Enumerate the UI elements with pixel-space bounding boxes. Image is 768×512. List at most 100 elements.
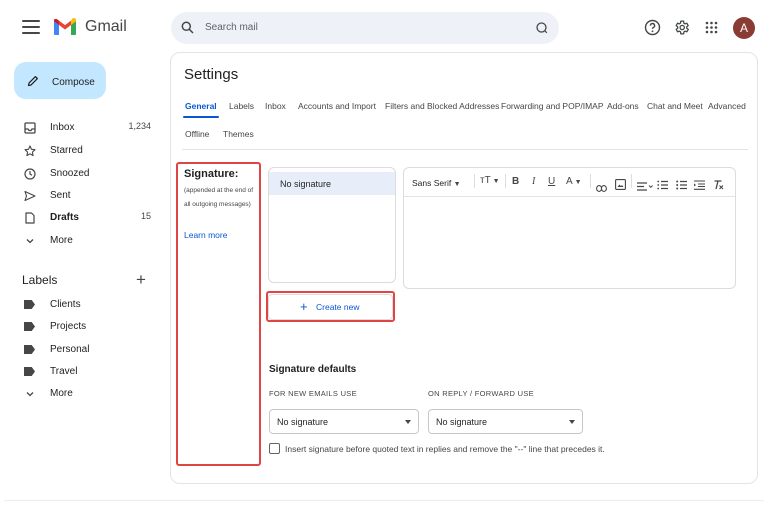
font-family-select[interactable]: Sans Serif ▼	[412, 178, 461, 188]
remove-formatting-icon[interactable]	[713, 177, 724, 195]
label-tag-icon	[24, 345, 35, 354]
signature-defaults-heading: Signature defaults	[269, 364, 357, 375]
chevron-down-icon	[24, 234, 36, 252]
sidebar-item-label: Sent	[50, 190, 71, 201]
draft-icon	[24, 211, 36, 229]
select-value: No signature	[436, 417, 488, 427]
numbered-list-icon[interactable]	[657, 177, 668, 195]
search-icon[interactable]	[181, 21, 194, 39]
font-size-icon[interactable]: тT ▼	[480, 175, 500, 186]
sidebar-item-starred[interactable]: Starred	[0, 141, 160, 161]
caret-down-icon: ▼	[453, 181, 461, 188]
image-icon[interactable]	[615, 177, 626, 195]
signature-list-item-label: No signature	[280, 179, 332, 189]
sidebar-item-more[interactable]: More	[0, 231, 160, 251]
label-tag-icon	[24, 322, 35, 331]
compose-label: Compose	[52, 77, 95, 88]
toolbar-separator	[590, 174, 591, 188]
dropdown-arrow-icon	[569, 420, 575, 424]
font-family-label: Sans Serif	[412, 178, 452, 188]
reply-signature-select[interactable]: No signature	[428, 409, 583, 434]
new-emails-signature-select[interactable]: No signature	[269, 409, 419, 434]
search-input[interactable]: Search mail	[205, 22, 258, 33]
bulleted-list-icon[interactable]	[676, 177, 687, 195]
link-icon[interactable]	[596, 179, 607, 197]
apps-grid-icon[interactable]	[705, 21, 718, 39]
indent-icon[interactable]	[694, 177, 705, 195]
underline-icon[interactable]: U	[548, 176, 555, 187]
sidebar-item-label: More	[50, 388, 73, 399]
label-name: Travel	[50, 366, 78, 377]
sidebar-item-inbox[interactable]: Inbox 1,234	[0, 118, 160, 138]
bold-icon[interactable]: B	[512, 176, 519, 187]
tab-addons[interactable]: Add-ons	[607, 101, 639, 111]
sidebar-item-label: More	[50, 235, 73, 246]
label-tag-icon	[24, 367, 35, 376]
tab-accounts[interactable]: Accounts and Import	[298, 101, 376, 111]
create-new-label: Create new	[316, 302, 360, 312]
sidebar-item-label: Snoozed	[50, 168, 90, 179]
divider	[182, 149, 748, 150]
pencil-icon	[27, 74, 39, 92]
labels-heading: Labels	[22, 273, 58, 287]
signature-list-item[interactable]: No signature	[269, 172, 395, 195]
star-icon	[24, 144, 36, 162]
tab-general[interactable]: General	[185, 101, 217, 111]
highlight-box	[176, 162, 261, 466]
gmail-logo-icon[interactable]	[53, 17, 77, 37]
text-color-icon[interactable]: A ▼	[566, 176, 582, 187]
inbox-icon	[24, 121, 36, 139]
sidebar-label-travel[interactable]: Travel	[0, 362, 160, 382]
dropdown-arrow-icon	[405, 420, 411, 424]
tab-offline[interactable]: Offline	[185, 129, 209, 139]
unread-count: 1,234	[128, 121, 151, 131]
gear-icon[interactable]	[673, 19, 690, 41]
send-icon	[24, 189, 36, 207]
label-name: Projects	[50, 321, 87, 332]
chevron-down-icon	[24, 387, 36, 405]
sidebar-item-label: Inbox	[50, 122, 75, 133]
sidebar-item-drafts[interactable]: Drafts 15	[0, 208, 160, 228]
tab-filters[interactable]: Filters and Blocked Addresses	[385, 101, 499, 111]
main-menu-button[interactable]	[22, 20, 40, 36]
tab-inbox[interactable]: Inbox	[265, 101, 286, 111]
plus-icon: +	[300, 299, 308, 314]
sidebar-label-personal[interactable]: Personal	[0, 340, 160, 360]
insert-before-quoted-checkbox[interactable]	[269, 443, 280, 454]
label-tag-icon	[24, 300, 35, 309]
italic-icon[interactable]: I	[532, 176, 535, 187]
tab-labels[interactable]: Labels	[229, 101, 254, 111]
sidebar-label-projects[interactable]: Projects	[0, 317, 160, 337]
signature-list: No signature	[268, 167, 396, 283]
add-label-icon[interactable]: +	[136, 270, 146, 290]
align-icon[interactable]	[637, 178, 653, 196]
label-name: Personal	[50, 344, 90, 355]
tab-themes[interactable]: Themes	[223, 129, 254, 139]
toolbar-separator	[474, 174, 475, 188]
sidebar-item-snoozed[interactable]: Snoozed	[0, 164, 160, 184]
sidebar-item-label: Drafts	[50, 212, 79, 223]
select-value: No signature	[277, 417, 329, 427]
sidebar-item-sent[interactable]: Sent	[0, 186, 160, 206]
divider	[404, 196, 735, 197]
sidebar-labels-more[interactable]: More	[0, 384, 160, 404]
tab-forwarding[interactable]: Forwarding and POP/IMAP	[501, 101, 604, 111]
search-options-icon[interactable]	[535, 21, 548, 39]
tab-chat-meet[interactable]: Chat and Meet	[647, 101, 703, 111]
reply-forward-label: ON REPLY / FORWARD USE	[428, 389, 534, 398]
help-icon[interactable]	[644, 19, 661, 41]
active-tab-indicator	[183, 116, 219, 118]
insert-before-quoted-label: Insert signature before quoted text in r…	[285, 444, 605, 454]
page-title: Settings	[184, 66, 239, 83]
toolbar-separator	[505, 174, 506, 188]
clock-icon	[24, 167, 36, 185]
app-brand: Gmail	[85, 18, 127, 35]
tab-advanced[interactable]: Advanced	[708, 101, 746, 111]
toolbar-separator	[631, 174, 632, 188]
avatar[interactable]: A	[733, 17, 755, 39]
draft-count: 15	[140, 211, 151, 221]
sidebar-label-clients[interactable]: Clients	[0, 295, 160, 315]
sidebar-item-label: Starred	[50, 145, 83, 156]
divider	[4, 500, 764, 501]
new-emails-label: FOR NEW EMAILS USE	[269, 389, 357, 398]
